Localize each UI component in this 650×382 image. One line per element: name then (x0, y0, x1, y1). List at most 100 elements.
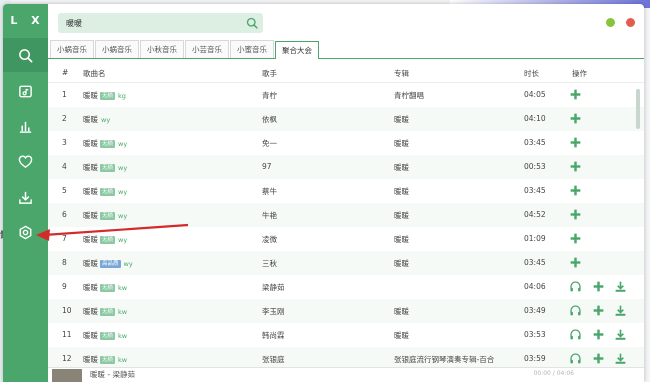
source-tag: kw (118, 332, 128, 340)
listen-icon[interactable] (569, 328, 582, 341)
song-title: 暖暖 (83, 187, 98, 196)
add-icon[interactable] (592, 328, 605, 341)
add-icon[interactable] (569, 88, 582, 101)
sidebar-item-favorites[interactable] (3, 144, 48, 178)
table-row[interactable]: 1 暖暖 无损 kg 青柠 青柠翻唱 04:05 (48, 83, 644, 107)
sidebar-item-search[interactable] (3, 38, 48, 72)
add-icon[interactable] (592, 352, 605, 365)
source-tag: kw (118, 284, 128, 292)
source-tag: wy (118, 140, 128, 148)
tab-0[interactable]: 小蜗音乐 (50, 40, 94, 58)
album-cell: 张银庭流行钢琴演奏专辑-百合 (394, 355, 495, 364)
add-icon[interactable] (569, 184, 582, 197)
table-row[interactable]: 10 暖暖 无损 kw 李玉刚 暖暖 03:49 (48, 299, 644, 323)
header-index: # (62, 68, 69, 77)
song-title-cell: 暖暖 wy (83, 114, 110, 125)
table-row[interactable]: 9 暖暖 无损 kw 梁静茹 04:06 (48, 275, 644, 299)
source-tag: kg (118, 92, 126, 100)
listen-icon[interactable] (569, 280, 582, 293)
add-icon[interactable] (569, 208, 582, 221)
sidebar-item-settings[interactable] (3, 215, 48, 249)
search-icon[interactable] (246, 17, 258, 29)
table-row[interactable]: 11 暖暖 无损 kw 韩尚霖 暖暖 03:53 (48, 323, 644, 347)
scrollbar[interactable] (636, 89, 640, 129)
artist-cell: 牛艳 (262, 211, 277, 220)
sidebar-item-download[interactable] (3, 180, 48, 214)
artist-cell: 蔡牛 (262, 187, 277, 196)
add-icon[interactable] (569, 112, 582, 125)
sidebar-item-leaderboard[interactable] (3, 109, 48, 143)
add-icon[interactable] (592, 280, 605, 293)
song-title: 暖暖 (83, 259, 98, 268)
download-icon[interactable] (614, 304, 627, 317)
quality-badge: 无损 (100, 212, 116, 220)
quality-badge: 无损 (100, 356, 116, 364)
sidebar-item-songlist[interactable] (3, 74, 48, 108)
add-icon[interactable] (569, 232, 582, 245)
album-cell: 暖暖 (394, 331, 409, 340)
table-row[interactable]: 4 暖暖 无损 wy 97 暖暖 00:53 (48, 155, 644, 179)
duration-cell: 04:10 (524, 114, 546, 123)
duration-cell: 01:09 (524, 234, 546, 243)
table-row[interactable]: 7 暖暖 无损 wy 凌微 暖暖 01:09 (48, 227, 644, 251)
listen-icon[interactable] (569, 304, 582, 317)
album-cell: 暖暖 (394, 307, 409, 316)
search-input[interactable] (66, 15, 236, 31)
close-button[interactable] (626, 18, 635, 27)
tab-1[interactable]: 小蜗音乐 (95, 40, 139, 58)
song-title-cell: 暖暖 无损 kg (83, 90, 126, 101)
row-index: 4 (62, 162, 67, 171)
artist-cell: 97 (262, 162, 272, 171)
tab-3[interactable]: 小芸音乐 (185, 40, 229, 58)
artist-cell: 青柠 (262, 91, 277, 100)
search-box[interactable] (58, 13, 263, 33)
duration-cell: 03:59 (524, 354, 546, 363)
row-index: 2 (62, 114, 67, 123)
row-index: 10 (62, 306, 72, 315)
source-tag: wy (123, 260, 133, 268)
song-title: 暖暖 (83, 307, 98, 316)
album-cover[interactable] (52, 369, 82, 382)
player-time: 00:00 / 04:06 (533, 370, 574, 377)
download-icon[interactable] (614, 352, 627, 365)
add-icon[interactable] (569, 136, 582, 149)
table-row[interactable]: 8 暖暖 高品质 wy 三秋 暖暖 03:45 (48, 251, 644, 275)
tab-5[interactable]: 聚合大会 (275, 41, 319, 59)
song-title: 暖暖 (83, 331, 98, 340)
row-index: 3 (62, 138, 67, 147)
table-row[interactable]: 6 暖暖 无损 wy 牛艳 暖暖 04:52 (48, 203, 644, 227)
download-icon[interactable] (614, 280, 627, 293)
add-icon[interactable] (569, 160, 582, 173)
tab-4[interactable]: 小蜜音乐 (230, 40, 274, 58)
table-row[interactable]: 2 暖暖 wy 依枫 暖暖 04:10 (48, 107, 644, 131)
song-title-cell: 暖暖 高品质 wy (83, 258, 133, 269)
row-index: 9 (62, 282, 67, 291)
download-icon[interactable] (614, 328, 627, 341)
tab-2[interactable]: 小秋音乐 (140, 40, 184, 58)
quality-badge: 无损 (100, 236, 116, 244)
duration-cell: 03:45 (524, 186, 546, 195)
artist-cell: 免一 (262, 139, 277, 148)
quality-badge: 无损 (100, 284, 116, 292)
quality-badge: 无损 (100, 92, 116, 100)
add-icon[interactable] (592, 304, 605, 317)
source-tag: wy (101, 116, 111, 124)
table-row[interactable]: 3 暖暖 无损 wy 免一 暖暖 03:45 (48, 131, 644, 155)
song-title-cell: 暖暖 无损 wy (83, 186, 127, 197)
source-tag: wy (118, 236, 128, 244)
song-title: 暖暖 (83, 139, 98, 148)
minimize-button[interactable] (606, 18, 615, 27)
row-index: 7 (62, 234, 67, 243)
heart-icon (18, 154, 33, 168)
quality-badge: 无损 (100, 140, 116, 148)
source-tag: wy (118, 164, 128, 172)
table-row[interactable]: 5 暖暖 无损 wy 蔡牛 暖暖 03:45 (48, 179, 644, 203)
add-icon[interactable] (569, 256, 582, 269)
artist-cell: 韩尚霖 (262, 331, 285, 340)
song-title: 暖暖 (83, 235, 98, 244)
listen-icon[interactable] (569, 352, 582, 365)
quality-badge: 无损 (100, 332, 116, 340)
song-title: 暖暖 (83, 355, 98, 364)
source-tag: wy (118, 212, 128, 220)
source-tag: wy (118, 188, 128, 196)
